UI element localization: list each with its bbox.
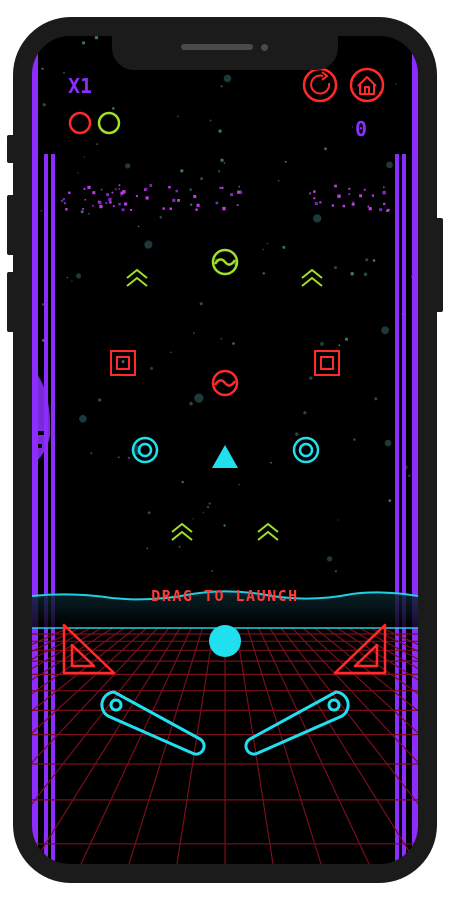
multiplier-label: X1 <box>68 74 92 98</box>
chevron-bumper-bottom-right <box>257 522 279 541</box>
chevron-bumper-bottom-left <box>171 522 193 541</box>
triangle-bumper <box>212 445 238 468</box>
home-button[interactable] <box>349 67 385 103</box>
pinball-ball[interactable] <box>209 625 241 657</box>
game-canvas[interactable]: DRAG TO LAUNCH X1 0 <box>32 36 418 864</box>
flipper-left[interactable] <box>100 690 206 756</box>
wave-bumper-red <box>211 369 239 397</box>
drag-to-launch-text: DRAG TO LAUNCH <box>151 587 298 605</box>
wave-bumper-lime <box>211 248 239 276</box>
restart-button[interactable] <box>302 67 338 103</box>
flipper-right[interactable] <box>244 690 350 756</box>
ball-life-indicator <box>68 111 92 135</box>
chevron-bumper-top-right <box>301 268 323 287</box>
restart-icon <box>310 71 331 95</box>
balls-remaining <box>68 111 121 135</box>
score-value: 0 <box>355 117 367 141</box>
phone-notch <box>112 36 338 70</box>
ring-bumper-right <box>292 436 320 464</box>
game-screen[interactable]: DRAG TO LAUNCH X1 0 <box>32 36 418 864</box>
chevron-bumper-top-left <box>126 268 148 287</box>
front-camera <box>261 44 268 51</box>
right-rail <box>395 36 418 864</box>
slingshot-right <box>333 623 387 675</box>
speaker-grille <box>181 44 253 50</box>
particle-band <box>61 184 390 212</box>
square-bumper-right <box>314 350 340 376</box>
ball-life-indicator <box>97 111 121 135</box>
home-icon <box>357 76 377 95</box>
